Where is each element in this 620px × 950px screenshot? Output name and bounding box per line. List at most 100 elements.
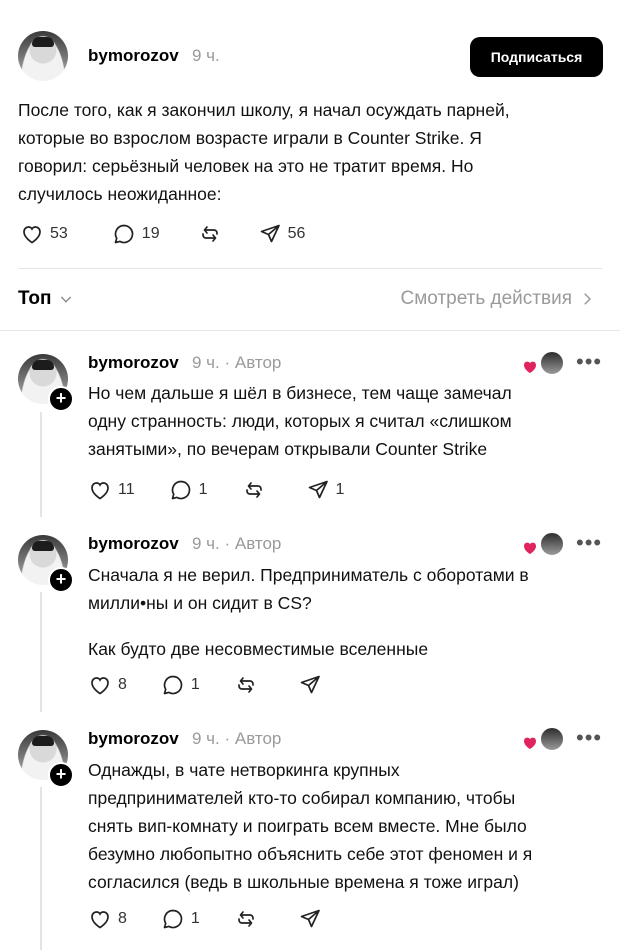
reply-count: 1 [198, 481, 208, 498]
comment-text-line: безумно любопытно объяснить себе этот фе… [88, 844, 533, 864]
repost-icon [245, 482, 262, 498]
heart-icon [23, 226, 41, 244]
post-text-line: случилось неожиданное: [18, 184, 222, 204]
view-actions-label: Смотреть действия [400, 288, 572, 309]
share-button[interactable]: 1 [306, 478, 345, 502]
comment-username[interactable]: bymorozov [88, 353, 179, 373]
comment-icon [171, 480, 190, 500]
comment-text-line: Сначала я не верил. Предприниматель с об… [88, 565, 529, 585]
heart-icon [91, 677, 109, 695]
liked-by-author [522, 727, 564, 753]
like-count: 8 [118, 910, 127, 927]
repost-button[interactable] [234, 907, 258, 931]
heart-icon [91, 911, 109, 929]
comment-meta: 9 ч. · Автор [192, 729, 282, 748]
comment-text-line: милли•ны и он сидит в CS? [88, 593, 312, 613]
divider [18, 268, 602, 269]
heart-icon [524, 361, 536, 373]
repost-icon [237, 911, 254, 927]
comment-text-line: одну странность: люди, которых я считал … [88, 411, 512, 431]
comment-username[interactable]: bymorozov [88, 729, 179, 749]
like-button[interactable]: 8 [88, 907, 127, 931]
comment-text: Но чем дальше я шёл в бизнесе, тем чаще … [88, 379, 512, 463]
comment-text-line: занятыми», по вечерам открывали Counter … [88, 439, 488, 459]
comment-text-line: согласился (ведь в школьные времена я то… [88, 872, 519, 892]
plus-icon[interactable]: + [48, 567, 74, 593]
comment-icon [163, 675, 183, 695]
liked-by-author [522, 351, 564, 377]
like-count: 11 [118, 481, 135, 498]
repost-button[interactable] [234, 673, 258, 697]
comment-text-line: Но чем дальше я шёл в бизнесе, тем чаще … [88, 383, 512, 403]
repost-icon [237, 677, 254, 693]
subscribe-button[interactable]: Подписаться [470, 37, 603, 77]
comment-actions: 8 1 [88, 907, 362, 931]
heart-icon [524, 737, 536, 749]
comment-text-line: Однажды, в чате нетворкинга крупных [88, 760, 400, 780]
reply-button[interactable]: 1 [169, 478, 208, 502]
divider [0, 330, 620, 331]
reply-button[interactable]: 1 [161, 673, 200, 697]
post-text: После того, как я закончил школу, я нача… [18, 96, 510, 208]
plus-icon[interactable]: + [48, 386, 74, 412]
avatar [540, 727, 564, 751]
more-icon[interactable]: ••• [576, 349, 602, 375]
reply-button[interactable]: 19 [112, 222, 160, 246]
comment-text-line: снять вип-комнату и поиграть всем вместе… [88, 816, 527, 836]
like-button[interactable]: 8 [88, 673, 127, 697]
post-text-line: После того, как я закончил школу, я нача… [18, 100, 510, 120]
share-icon [260, 224, 280, 243]
chevron-right-icon [584, 293, 592, 305]
share-icon [300, 909, 320, 928]
post-text-line: говорил: серьёзный человек на это не тра… [18, 156, 474, 176]
repost-button[interactable] [198, 222, 222, 246]
post-time: 9 ч. [192, 46, 220, 65]
reply-count: 19 [141, 225, 160, 242]
chevron-down-icon [60, 296, 71, 303]
comment-text-line: предпринимателей кто-то собирал компанию… [88, 788, 516, 808]
heart-icon [91, 482, 109, 500]
comment-text: Сначала я не верил. Предприниматель с об… [88, 561, 529, 663]
reply-count: 1 [190, 910, 200, 927]
share-icon [300, 675, 320, 694]
share-icon [308, 480, 328, 499]
comment-text: Однажды, в чате нетворкинга крупных пред… [88, 756, 532, 896]
reply-button[interactable]: 1 [161, 907, 200, 931]
avatar [540, 351, 564, 375]
plus-icon[interactable]: + [48, 762, 74, 788]
liked-by-author [522, 532, 564, 558]
post-text-line: которые во взрослом возрасте играли в Co… [18, 128, 482, 148]
comment-actions: 8 1 [88, 673, 362, 697]
sort-label: Топ [18, 288, 52, 309]
sort-dropdown[interactable]: Топ [18, 288, 74, 310]
avatar [540, 532, 564, 556]
comment-username[interactable]: bymorozov [88, 534, 179, 554]
heart-icon [524, 542, 536, 554]
comment-icon [163, 909, 183, 929]
more-icon[interactable]: ••• [576, 530, 602, 556]
comment-meta: 9 ч. · Автор [192, 353, 282, 372]
thread-line [40, 787, 42, 950]
view-actions-link[interactable]: Смотреть действия [401, 288, 596, 310]
comment-actions: 11 1 1 [88, 478, 378, 502]
reply-count: 1 [190, 676, 200, 693]
post-username[interactable]: bymorozov [88, 46, 179, 66]
share-count: 56 [287, 225, 306, 242]
repost-icon [201, 226, 218, 242]
share-button[interactable] [298, 673, 328, 697]
comment-meta: 9 ч. · Автор [192, 534, 282, 553]
share-button[interactable] [298, 907, 328, 931]
thread-line [40, 412, 42, 517]
comment-icon [114, 224, 134, 244]
like-button[interactable]: 53 [20, 222, 68, 246]
share-button[interactable]: 56 [258, 222, 306, 246]
thread-line [40, 592, 42, 712]
share-count: 1 [335, 481, 345, 498]
repost-button[interactable] [242, 478, 266, 502]
comment-text-line: Как будто две несовместимые вселенные [88, 639, 429, 659]
more-icon[interactable]: ••• [576, 725, 602, 751]
post-actions: 53 19 56 [20, 222, 339, 246]
like-count: 8 [118, 676, 127, 693]
post-avatar[interactable] [18, 31, 68, 81]
like-button[interactable]: 11 [88, 478, 135, 502]
